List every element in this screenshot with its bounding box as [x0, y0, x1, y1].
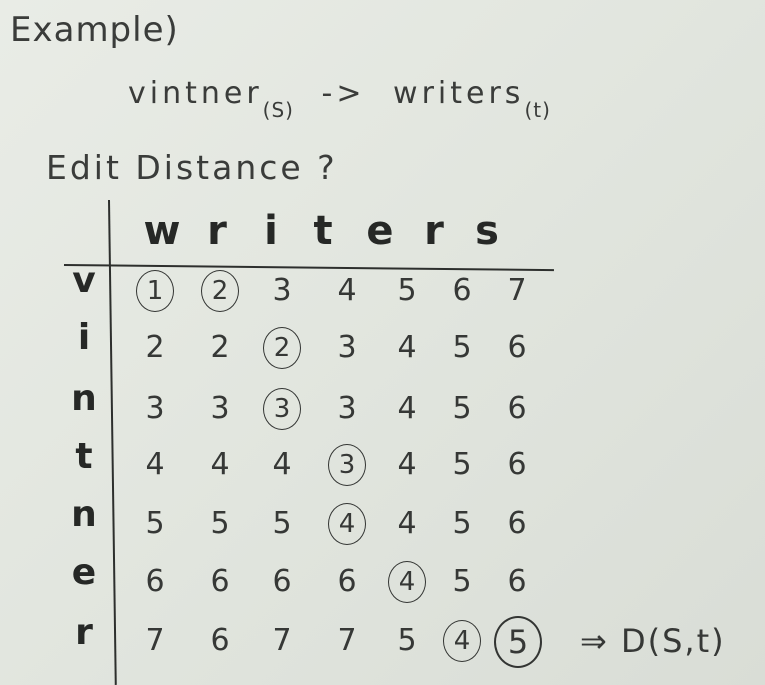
result-label: ⇒ D(S,t) — [580, 622, 726, 660]
column-header: r — [207, 208, 227, 254]
target-subscript: (t) — [524, 98, 551, 122]
table-cell: 6 — [507, 330, 527, 365]
circled-table-cell: 3 — [263, 388, 301, 430]
circled-table-cell: 4 — [443, 620, 481, 662]
column-header: e — [366, 208, 394, 254]
circled-table-cell: 1 — [136, 270, 174, 312]
table-cell: 6 — [507, 506, 527, 541]
table-cell: 6 — [507, 447, 527, 482]
table-cell: 6 — [507, 391, 527, 426]
table-cell: 3 — [210, 391, 230, 426]
table-cell: 6 — [145, 564, 165, 599]
table-cell: 4 — [210, 447, 230, 482]
row-header: r — [75, 612, 93, 653]
row-header: t — [75, 436, 93, 477]
table-cell: 4 — [397, 447, 417, 482]
column-header: w — [143, 208, 181, 254]
table-cell: 6 — [210, 623, 230, 658]
table-cell: 5 — [452, 506, 472, 541]
table-cell: 4 — [397, 391, 417, 426]
table-cell: 5 — [452, 391, 472, 426]
example-heading: Example) — [10, 10, 179, 50]
table-cell: 6 — [272, 564, 292, 599]
table-cell: 7 — [145, 623, 165, 658]
transform-line: vintner(S) -> writers(t) — [128, 76, 551, 122]
table-cell: 6 — [452, 273, 472, 308]
table-cell: 6 — [507, 564, 527, 599]
circled-table-cell: 4 — [388, 561, 426, 603]
table-cell: 5 — [145, 506, 165, 541]
table-cell: 3 — [145, 391, 165, 426]
table-cell: 7 — [272, 623, 292, 658]
circled-table-cell: 3 — [328, 444, 366, 486]
table-vertical-rule — [108, 199, 117, 685]
table-cell: 5 — [397, 623, 417, 658]
table-cell: 6 — [210, 564, 230, 599]
table-cell: 7 — [507, 273, 527, 308]
paper-sheet: Example) vintner(S) -> writers(t) Edit D… — [0, 0, 765, 685]
table-cell: 2 — [145, 330, 165, 365]
circled-table-cell: 2 — [201, 270, 239, 312]
row-header: i — [77, 317, 91, 358]
table-cell: 2 — [210, 330, 230, 365]
source-subscript: (S) — [262, 98, 294, 122]
table-cell: 4 — [272, 447, 292, 482]
row-header: e — [71, 552, 97, 593]
row-header: v — [72, 260, 96, 301]
table-cell: 3 — [337, 391, 357, 426]
circled-table-cell: 5 — [494, 616, 542, 668]
table-cell: 5 — [210, 506, 230, 541]
table-cell: 3 — [337, 330, 357, 365]
row-header: n — [71, 494, 97, 535]
table-cell: 4 — [145, 447, 165, 482]
table-cell: 4 — [337, 273, 357, 308]
table-cell: 4 — [397, 506, 417, 541]
table-cell: 5 — [397, 273, 417, 308]
source-word: vintner — [128, 76, 263, 111]
circled-table-cell: 2 — [263, 327, 301, 369]
edit-distance-question: Edit Distance ? — [46, 148, 338, 187]
row-header: n — [71, 378, 97, 419]
column-header: s — [475, 208, 499, 254]
table-cell: 4 — [397, 330, 417, 365]
column-header: r — [424, 208, 444, 254]
table-cell: 5 — [452, 564, 472, 599]
table-cell: 6 — [337, 564, 357, 599]
table-cell: 5 — [452, 447, 472, 482]
circled-table-cell: 4 — [328, 503, 366, 545]
target-word: writers — [393, 76, 525, 111]
table-cell: 5 — [272, 506, 292, 541]
column-header: t — [313, 208, 333, 254]
column-header: i — [264, 208, 278, 254]
table-cell: 3 — [272, 273, 292, 308]
transform-arrow: -> — [321, 76, 366, 111]
table-cell: 7 — [337, 623, 357, 658]
table-cell: 5 — [452, 330, 472, 365]
